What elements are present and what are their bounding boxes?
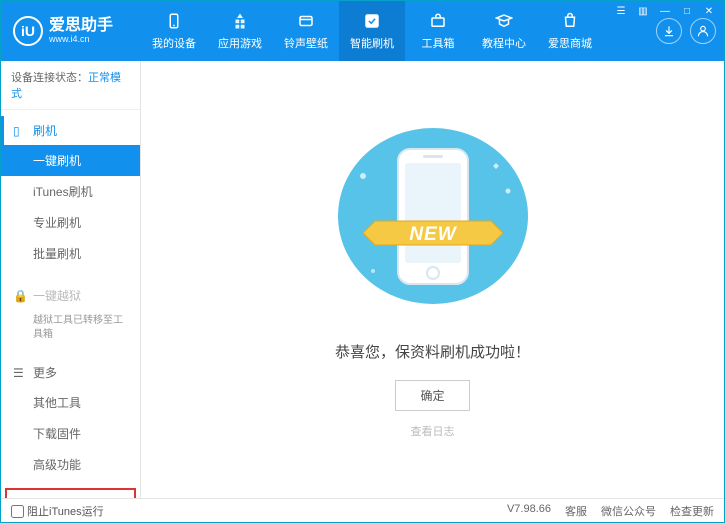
main-content: NEW 恭喜您，保资料刷机成功啦！ 确定 查看日志 bbox=[141, 61, 724, 498]
lock-icon: 🔒 bbox=[13, 289, 27, 303]
sidebar-item-advanced[interactable]: 高级功能 bbox=[1, 449, 140, 480]
sidebar-item-other-tools[interactable]: 其他工具 bbox=[1, 387, 140, 418]
sidebar-section-more[interactable]: ☰ 更多 bbox=[1, 358, 140, 387]
shop-icon bbox=[560, 11, 580, 31]
header-right bbox=[656, 18, 724, 44]
footer-wechat[interactable]: 微信公众号 bbox=[601, 503, 656, 519]
jailbreak-note: 越狱工具已转移至工具箱 bbox=[1, 310, 140, 346]
nav-label: 应用游戏 bbox=[218, 35, 262, 51]
connection-status: 设备连接状态：正常模式 bbox=[1, 61, 140, 110]
sidebar-item-oneclick-flash[interactable]: 一键刷机 bbox=[1, 145, 140, 176]
minimize-icon[interactable]: — bbox=[656, 3, 674, 19]
app-name: 爱思助手 bbox=[49, 18, 113, 34]
close-icon[interactable]: ✕ bbox=[700, 3, 718, 19]
phone-icon: ▯ bbox=[13, 124, 27, 138]
flash-icon bbox=[362, 11, 382, 31]
phone-illustration: NEW bbox=[353, 121, 513, 321]
sidebar-item-itunes-flash[interactable]: iTunes刷机 bbox=[1, 176, 140, 207]
user-button[interactable] bbox=[690, 18, 716, 44]
device-icon bbox=[164, 11, 184, 31]
checkbox-block-itunes[interactable]: 阻止iTunes运行 bbox=[11, 503, 104, 519]
sidebar-section-flash[interactable]: ▯ 刷机 bbox=[1, 116, 140, 145]
window-controls: ☰ ▥ — □ ✕ bbox=[612, 3, 718, 19]
checkbox-input[interactable] bbox=[11, 505, 24, 518]
section-title: 一键越狱 bbox=[33, 287, 81, 304]
nav-label: 铃声壁纸 bbox=[284, 35, 328, 51]
nav-apps[interactable]: 应用游戏 bbox=[207, 1, 273, 61]
sidebar: 设备连接状态：正常模式 ▯ 刷机 一键刷机 iTunes刷机 专业刷机 批量刷机… bbox=[1, 61, 141, 498]
nav-tutorial[interactable]: 教程中心 bbox=[471, 1, 537, 61]
toolbox-icon bbox=[428, 11, 448, 31]
link-icon[interactable]: ▥ bbox=[634, 3, 652, 19]
sidebar-item-batch-flash[interactable]: 批量刷机 bbox=[1, 238, 140, 269]
sidebar-item-download-firmware[interactable]: 下载固件 bbox=[1, 418, 140, 449]
maximize-icon[interactable]: □ bbox=[678, 3, 696, 19]
new-badge-text: NEW bbox=[409, 224, 457, 245]
logo-icon: iU bbox=[13, 16, 43, 46]
sidebar-section-jailbreak: 🔒 一键越狱 bbox=[1, 281, 140, 310]
nav-label: 爱思商城 bbox=[548, 35, 592, 51]
success-message: 恭喜您，保资料刷机成功啦！ bbox=[335, 341, 530, 362]
nav-label: 我的设备 bbox=[152, 35, 196, 51]
section-title: 刷机 bbox=[33, 122, 57, 139]
checkbox-highlight-box: 自动激活 跳过向导 bbox=[5, 488, 136, 498]
nav-toolbox[interactable]: 工具箱 bbox=[405, 1, 471, 61]
section-title: 更多 bbox=[33, 364, 57, 381]
main-nav: 我的设备 应用游戏 铃声壁纸 智能刷机 工具箱 教程中心 爱思商城 bbox=[141, 1, 603, 61]
nav-label: 教程中心 bbox=[482, 35, 526, 51]
nav-my-device[interactable]: 我的设备 bbox=[141, 1, 207, 61]
more-icon: ☰ bbox=[13, 366, 27, 380]
settings-icon[interactable]: ☰ bbox=[612, 3, 630, 19]
nav-label: 智能刷机 bbox=[350, 35, 394, 51]
ringtone-icon bbox=[296, 11, 316, 31]
download-button[interactable] bbox=[656, 18, 682, 44]
ok-button[interactable]: 确定 bbox=[395, 380, 469, 411]
nav-ringtone[interactable]: 铃声壁纸 bbox=[273, 1, 339, 61]
sidebar-item-pro-flash[interactable]: 专业刷机 bbox=[1, 207, 140, 238]
footer-update[interactable]: 检查更新 bbox=[670, 503, 714, 519]
conn-label: 设备连接状态： bbox=[11, 72, 88, 84]
nav-smart-flash[interactable]: 智能刷机 bbox=[339, 1, 405, 61]
nav-shop[interactable]: 爱思商城 bbox=[537, 1, 603, 61]
view-log-link[interactable]: 查看日志 bbox=[411, 423, 455, 439]
nav-label: 工具箱 bbox=[422, 35, 455, 51]
logo-area[interactable]: iU 爱思助手 www.i4.cn bbox=[1, 16, 141, 46]
footer-version: V7.98.66 bbox=[507, 503, 551, 519]
checkbox-label: 阻止iTunes运行 bbox=[27, 503, 104, 519]
footer: 阻止iTunes运行 V7.98.66 客服 微信公众号 检查更新 bbox=[1, 498, 724, 523]
footer-service[interactable]: 客服 bbox=[565, 503, 587, 519]
tutorial-icon bbox=[494, 11, 514, 31]
body: 设备连接状态：正常模式 ▯ 刷机 一键刷机 iTunes刷机 专业刷机 批量刷机… bbox=[1, 61, 724, 498]
apps-icon bbox=[230, 11, 250, 31]
app-url: www.i4.cn bbox=[49, 34, 113, 44]
